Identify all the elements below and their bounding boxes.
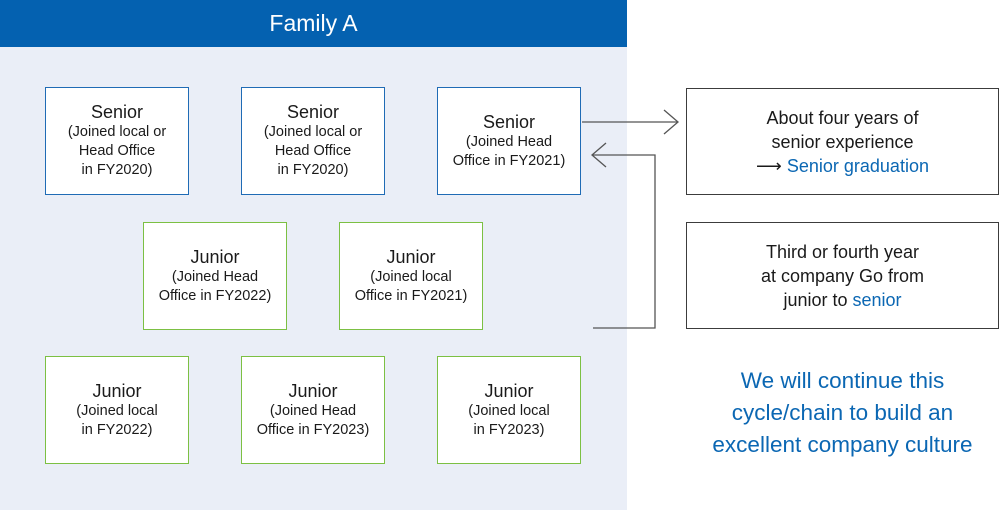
senior-box-2: Senior (Joined local or Head Office in F… xyxy=(241,87,385,195)
member-detail: (Joined local or Head Office in FY2020) xyxy=(263,124,363,178)
promotion-line-1: Third or fourth year xyxy=(765,241,920,262)
senior-graduation-label: Senior graduation xyxy=(786,155,929,176)
member-role: Junior xyxy=(288,380,338,401)
member-detail: (Joined Head Office in FY2023) xyxy=(256,402,370,438)
senior-box-3: Senior (Joined Head Office in FY2021) xyxy=(437,87,581,195)
graduation-line-1: About four years of xyxy=(766,107,919,128)
member-role: Junior xyxy=(92,380,142,401)
member-detail: (Joined local or Head Office in FY2020) xyxy=(67,124,167,178)
junior-box-3: Junior (Joined local in FY2022) xyxy=(45,356,189,464)
member-role: Senior xyxy=(286,102,340,122)
member-role: Senior xyxy=(482,111,536,132)
promotion-info-box: Third or fourth year at company Go from … xyxy=(686,222,999,329)
junior-box-5: Junior (Joined local in FY2023) xyxy=(437,356,581,464)
promotion-line-3: junior to xyxy=(783,289,853,310)
member-role: Junior xyxy=(386,246,436,267)
graduation-line-2: senior experience xyxy=(771,131,914,152)
member-detail: (Joined local in FY2022) xyxy=(76,402,158,438)
member-detail: (Joined Head Office in FY2021) xyxy=(452,133,566,169)
member-role: Junior xyxy=(484,380,534,401)
senior-label: senior xyxy=(852,289,902,310)
member-role: Senior xyxy=(90,102,144,122)
member-role: Junior xyxy=(190,246,240,267)
graduation-arrowhead-icon xyxy=(663,109,679,135)
junior-box-1: Junior (Joined Head Office in FY2022) xyxy=(143,222,287,330)
family-title: Family A xyxy=(0,0,627,47)
closing-message: We will continue this cycle/chain to bui… xyxy=(712,368,973,457)
junior-box-4: Junior (Joined Head Office in FY2023) xyxy=(241,356,385,464)
graduation-info-box: About four years of senior experience ⟶ … xyxy=(686,88,999,195)
right-arrow-icon: ⟶ xyxy=(756,155,782,176)
senior-box-1: Senior (Joined local or Head Office in F… xyxy=(45,87,189,195)
member-detail: (Joined local Office in FY2021) xyxy=(354,268,468,304)
member-detail: (Joined Head Office in FY2022) xyxy=(158,268,272,304)
promotion-line-2: at company Go from xyxy=(760,265,925,286)
member-detail: (Joined local in FY2023) xyxy=(468,402,550,438)
junior-box-2: Junior (Joined local Office in FY2021) xyxy=(339,222,483,330)
